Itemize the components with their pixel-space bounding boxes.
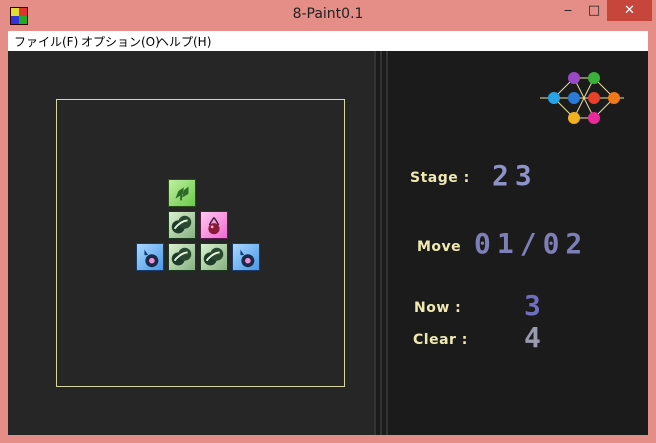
now-value: 3 <box>524 289 547 322</box>
maximize-button[interactable]: □ <box>581 0 607 21</box>
now-label: Now : <box>414 300 462 316</box>
menu-bar: ファイル(F) オプション(O) ヘルプ(H) <box>8 31 648 51</box>
clear-label: Clear : <box>413 332 468 348</box>
twin-tile[interactable] <box>200 243 228 271</box>
drop-tile[interactable] <box>136 243 164 271</box>
app-window: 8-Paint0.1 ‒ □ ✕ ファイル(F) オプション(O) ヘルプ(H) <box>0 0 656 443</box>
leaf-tile[interactable] <box>168 179 196 207</box>
clear-value: 4 <box>524 321 547 354</box>
splitter[interactable] <box>374 51 376 435</box>
twin-icon <box>171 247 192 266</box>
game-area: Stage : 23 Move 01/02 Now : 3 Clear : 4 <box>8 51 648 435</box>
splitter-line <box>380 51 382 435</box>
menu-file[interactable]: ファイル(F) <box>14 33 78 50</box>
cherry-icon <box>208 217 220 235</box>
close-button[interactable]: ✕ <box>607 0 652 21</box>
menu-help[interactable]: ヘルプ(H) <box>157 33 211 50</box>
drop-icon <box>240 249 255 268</box>
title-bar[interactable]: 8-Paint0.1 ‒ □ ✕ <box>0 0 656 30</box>
color-node-graph-icon <box>540 72 624 124</box>
twin-tile[interactable] <box>168 211 196 239</box>
stage-value: 23 <box>492 159 538 192</box>
twin-icon <box>203 247 224 266</box>
menu-options[interactable]: オプション(O) <box>81 33 160 50</box>
cherry-tile[interactable] <box>200 211 228 239</box>
stage-label: Stage : <box>410 170 470 186</box>
splitter-line-2 <box>386 51 388 435</box>
drop-icon <box>144 249 159 268</box>
minimize-button[interactable]: ‒ <box>555 0 581 21</box>
leaf-icon <box>175 186 189 201</box>
move-label: Move <box>417 239 462 255</box>
twin-icon <box>171 215 192 234</box>
twin-tile[interactable] <box>168 243 196 271</box>
move-value: 01/02 <box>474 227 589 260</box>
board-panel <box>8 51 374 435</box>
drop-tile[interactable] <box>232 243 260 271</box>
